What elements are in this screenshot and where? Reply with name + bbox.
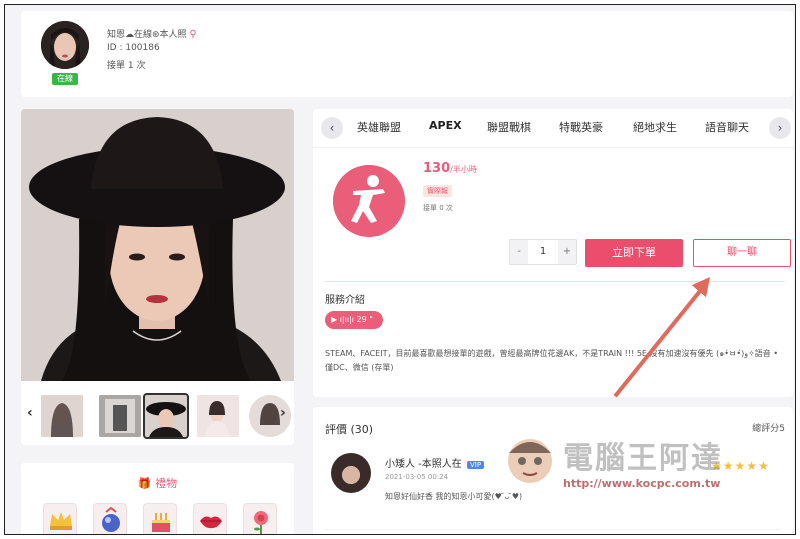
reviews-title: 評價 (30) [325,423,374,436]
price: 130/半小時 [423,161,477,176]
thumbnail[interactable] [41,395,83,437]
quantity-input[interactable]: 1 [528,240,558,264]
gift-item-lips[interactable] [193,503,227,534]
tab-voice-chat[interactable]: 語音聊天 [705,119,749,135]
gift-item-crown[interactable] [43,503,77,534]
gifts-title-text: 禮物 [155,477,178,490]
thumbnail[interactable] [143,393,189,439]
photo-gallery: ‹ › [21,109,294,445]
tab-prev-chevron-icon[interactable]: ‹ [321,117,343,139]
gift-item-cake[interactable] [143,503,177,534]
avatar[interactable] [41,21,89,69]
voice-intro-player[interactable]: ▶ ı|ıı|ı 29 " [325,311,383,329]
star-icon: ★ [722,459,735,473]
tab-tft[interactable]: 聯盟戰棋 [487,119,531,135]
search-icon[interactable]: ⚲ [189,29,196,40]
reviewer-avatar[interactable] [331,453,371,493]
quantity-stepper: - 1 + [509,239,577,265]
thumbnail[interactable] [197,395,239,437]
main-photo[interactable] [21,109,294,381]
price-value: 130 [423,161,451,176]
thumbnail-strip: ‹ › [21,393,294,439]
vip-badge: VIP [466,461,485,469]
profile-name: 知恩☁在線⊛本人照 ⚲ [107,27,197,40]
gift-item-orb[interactable] [93,503,127,534]
browser-frame: 在線 知恩☁在線⊛本人照 ⚲ ID : 100186 接單 1 次 ‹ › 🎁 … [4,4,796,535]
tab-divider [313,147,793,148]
online-status-badge: 在線 [52,73,78,85]
review-text: 知恩好仙好香 我的知恩小可愛(♥ ̄ᴗ ̄♥) [385,492,523,501]
tab-lol[interactable]: 英雄聯盟 [357,119,401,135]
profile-name-text: 知恩☁在線⊛本人照 [107,30,187,40]
service-divider [325,281,785,282]
star-icon: ★ [711,459,723,473]
star-icon: ★ [758,459,770,473]
gifts-card: 🎁 禮物 [21,463,294,534]
price-unit: /半小時 [450,165,477,174]
review-divider [325,529,781,530]
game-order-count: 接單 0 次 [423,204,453,212]
review-stars: ★★★★★ [711,459,770,473]
game-logo-icon [333,165,405,237]
service-intro-title: 服務介紹 [325,295,365,306]
quantity-decrement-button[interactable]: - [510,240,528,264]
thumbnail[interactable] [99,395,141,437]
chat-button[interactable]: 聊一聊 [693,239,791,267]
game-service-card: ‹ 英雄聯盟 APEX 聯盟戰棋 特戰英豪 絕地求生 語音聊天 › 130/半小… [313,109,793,397]
tab-valorant[interactable]: 特戰英豪 [559,119,603,135]
profile-order-count: 接單 1 次 [107,61,146,71]
gift-icon: 🎁 [137,477,152,490]
main-photo-image [21,109,294,381]
tab-apex[interactable]: APEX [429,119,462,132]
chevron-right-icon[interactable]: › [280,405,286,421]
review-date: 2021-03-05 00:24 [385,473,449,481]
gifts-title: 🎁 禮物 [21,475,294,491]
price-tag-badge: 實際報 [423,185,452,197]
star-icon: ★ [746,459,759,473]
profile-card: 在線 知恩☁在線⊛本人照 ⚲ ID : 100186 接單 1 次 [21,11,793,97]
tab-next-chevron-icon[interactable]: › [769,117,791,139]
reviewer-name: 小矮人 -本照人在 VIP [385,455,485,470]
profile-id: ID : 100186 [107,43,160,53]
tab-pubg[interactable]: 絕地求生 [633,119,677,135]
avatar-image [41,21,89,69]
gift-item-rose[interactable] [243,503,277,534]
quantity-increment-button[interactable]: + [558,240,576,264]
reviews-card: 評價 (30) 總評分5 小矮人 -本照人在 VIP 2021-03-05 00… [313,407,793,534]
star-icon: ★ [734,459,747,473]
service-description: STEAM、FACEIT，目前最喜歡最想接單的遊戲，曾經最高牌位花邊AK，不是T… [325,349,779,372]
chevron-left-icon[interactable]: ‹ [27,405,33,421]
order-now-button[interactable]: 立即下單 [585,239,683,267]
reviewer-name-text: 小矮人 -本照人在 [385,459,462,470]
reviews-total-score: 總評分5 [752,424,785,434]
